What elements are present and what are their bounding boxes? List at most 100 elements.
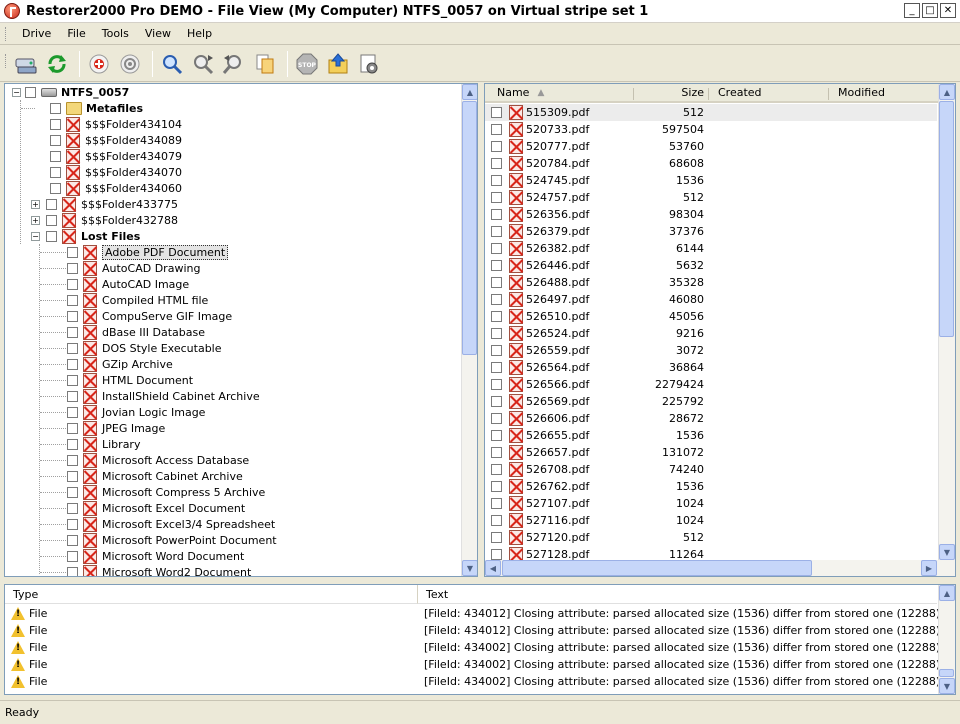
tree-scrollbar[interactable]: ▲ ▼ [461, 84, 477, 576]
menu-tools[interactable]: Tools [94, 27, 137, 40]
log-panel[interactable]: Type Text ! File [FileId: 434012] Closing … [4, 584, 956, 695]
checkbox[interactable] [491, 328, 502, 339]
file-row[interactable]: 526446.pdf 5632 [485, 257, 937, 274]
checkbox[interactable] [491, 481, 502, 492]
copy-icon[interactable] [251, 50, 279, 78]
checkbox[interactable] [491, 345, 502, 356]
checkbox[interactable] [491, 396, 502, 407]
tree-item-file-type[interactable]: Microsoft Compress 5 Archive [67, 484, 265, 500]
folder-tree[interactable]: − NTFS_0057 Metafiles $$$Folder434104 $$… [4, 83, 478, 577]
menu-drive[interactable]: Drive [14, 27, 59, 40]
checkbox[interactable] [67, 406, 78, 418]
column-divider[interactable] [633, 88, 634, 100]
file-row[interactable]: 526566.pdf 2279424 [485, 376, 937, 393]
log-row[interactable]: ! File [FileId: 434002] Closing attribute:… [5, 673, 940, 690]
tree-item-file-type[interactable]: Jovian Logic Image [67, 404, 205, 420]
checkbox[interactable] [46, 198, 57, 210]
scroll-down-button[interactable]: ▼ [939, 678, 955, 694]
file-row[interactable]: 520784.pdf 68608 [485, 155, 937, 172]
file-row[interactable]: 526606.pdf 28672 [485, 410, 937, 427]
scroll-right-button[interactable]: ▶ [921, 560, 937, 576]
scroll-up-button[interactable]: ▲ [462, 84, 477, 100]
vertical-splitter[interactable] [479, 83, 483, 577]
file-row[interactable]: 515309.pdf 512 [485, 104, 937, 121]
file-row[interactable]: 526488.pdf 35328 [485, 274, 937, 291]
scroll-thumb[interactable] [939, 101, 954, 337]
checkbox[interactable] [491, 447, 502, 458]
checkbox[interactable] [67, 422, 78, 434]
file-row[interactable]: 526356.pdf 98304 [485, 206, 937, 223]
tree-item-file-type[interactable]: Adobe PDF Document [67, 244, 229, 260]
recover-icon[interactable] [324, 50, 352, 78]
file-row[interactable]: 526708.pdf 74240 [485, 461, 937, 478]
find-icon[interactable] [158, 50, 186, 78]
collapse-toggle[interactable]: − [31, 231, 40, 241]
collapse-toggle[interactable]: − [12, 87, 21, 97]
tree-root[interactable]: − NTFS_0057 [12, 84, 129, 100]
expand-toggle[interactable]: + [31, 199, 40, 209]
checkbox[interactable] [491, 379, 502, 390]
checkbox[interactable] [491, 192, 502, 203]
checkbox[interactable] [46, 214, 57, 226]
file-row[interactable]: 526497.pdf 46080 [485, 291, 937, 308]
checkbox[interactable] [491, 498, 502, 509]
checkbox[interactable] [67, 342, 78, 354]
log-row[interactable]: ! File [FileId: 434002] Closing attribute:… [5, 656, 940, 673]
column-header-modified[interactable]: Modified [828, 84, 938, 103]
log-row[interactable]: ! File [FileId: 434012] Closing attribute:… [5, 622, 940, 639]
file-row[interactable]: 527116.pdf 1024 [485, 512, 937, 529]
app-icon[interactable] [4, 3, 20, 19]
tree-item-file-type[interactable]: Microsoft Access Database [67, 452, 249, 468]
close-button[interactable]: ✕ [940, 3, 956, 18]
file-row[interactable]: 526524.pdf 9216 [485, 325, 937, 342]
checkbox[interactable] [67, 518, 78, 530]
menu-file[interactable]: File [59, 27, 93, 40]
checkbox[interactable] [50, 166, 61, 178]
minimize-button[interactable]: _ [904, 3, 920, 18]
refresh-icon[interactable] [43, 50, 71, 78]
file-list[interactable]: Name ▲ Size Created Modified 515309.pdf 5… [484, 83, 956, 577]
tree-item-file-type[interactable]: DOS Style Executable [67, 340, 222, 356]
column-header-size[interactable]: Size [613, 84, 708, 103]
file-row[interactable]: 526379.pdf 37376 [485, 223, 937, 240]
file-list-hscrollbar[interactable]: ◀ ▶ [485, 560, 955, 576]
checkbox[interactable] [67, 486, 78, 498]
scan-icon[interactable] [116, 50, 144, 78]
tree-item-file-type[interactable]: HTML Document [67, 372, 193, 388]
log-column-text[interactable]: Text [417, 585, 937, 604]
file-row[interactable]: 520733.pdf 597504 [485, 121, 937, 138]
tree-item-file-type[interactable]: Microsoft PowerPoint Document [67, 532, 277, 548]
stop-icon[interactable]: STOP [293, 50, 321, 78]
checkbox[interactable] [50, 150, 61, 162]
find-next-icon[interactable] [189, 50, 217, 78]
tree-item-file-type[interactable]: CompuServe GIF Image [67, 308, 232, 324]
tree-item-file-type[interactable]: Microsoft Cabinet Archive [67, 468, 243, 484]
checkbox[interactable] [67, 534, 78, 546]
checkbox[interactable] [67, 246, 78, 258]
checkbox[interactable] [50, 182, 61, 194]
file-row[interactable]: 526569.pdf 225792 [485, 393, 937, 410]
log-row[interactable]: ! File [FileId: 434002] Closing attribute:… [5, 639, 940, 656]
file-list-scrollbar[interactable]: ▲ ▼ [938, 84, 955, 560]
checkbox[interactable] [491, 311, 502, 322]
file-row[interactable]: 527120.pdf 512 [485, 529, 937, 546]
checkbox[interactable] [67, 262, 78, 274]
checkbox[interactable] [67, 502, 78, 514]
file-row[interactable]: 527107.pdf 1024 [485, 495, 937, 512]
checkbox[interactable] [491, 277, 502, 288]
file-row[interactable]: 520777.pdf 53760 [485, 138, 937, 155]
checkbox[interactable] [67, 326, 78, 338]
file-row[interactable]: 526657.pdf 131072 [485, 444, 937, 461]
tree-item-file-type[interactable]: Library [67, 436, 140, 452]
tree-item-lost-files[interactable]: − Lost Files [31, 228, 140, 244]
checkbox[interactable] [491, 294, 502, 305]
file-row[interactable]: 524757.pdf 512 [485, 189, 937, 206]
file-row[interactable]: 526564.pdf 36864 [485, 359, 937, 376]
checkbox[interactable] [491, 141, 502, 152]
tree-item-folder[interactable]: $$$Folder434060 [37, 180, 182, 196]
tree-item-folder[interactable]: $$$Folder434104 [37, 116, 182, 132]
column-divider[interactable] [708, 88, 709, 100]
checkbox[interactable] [491, 430, 502, 441]
add-icon[interactable] [85, 50, 113, 78]
maximize-button[interactable]: □ [922, 3, 938, 18]
